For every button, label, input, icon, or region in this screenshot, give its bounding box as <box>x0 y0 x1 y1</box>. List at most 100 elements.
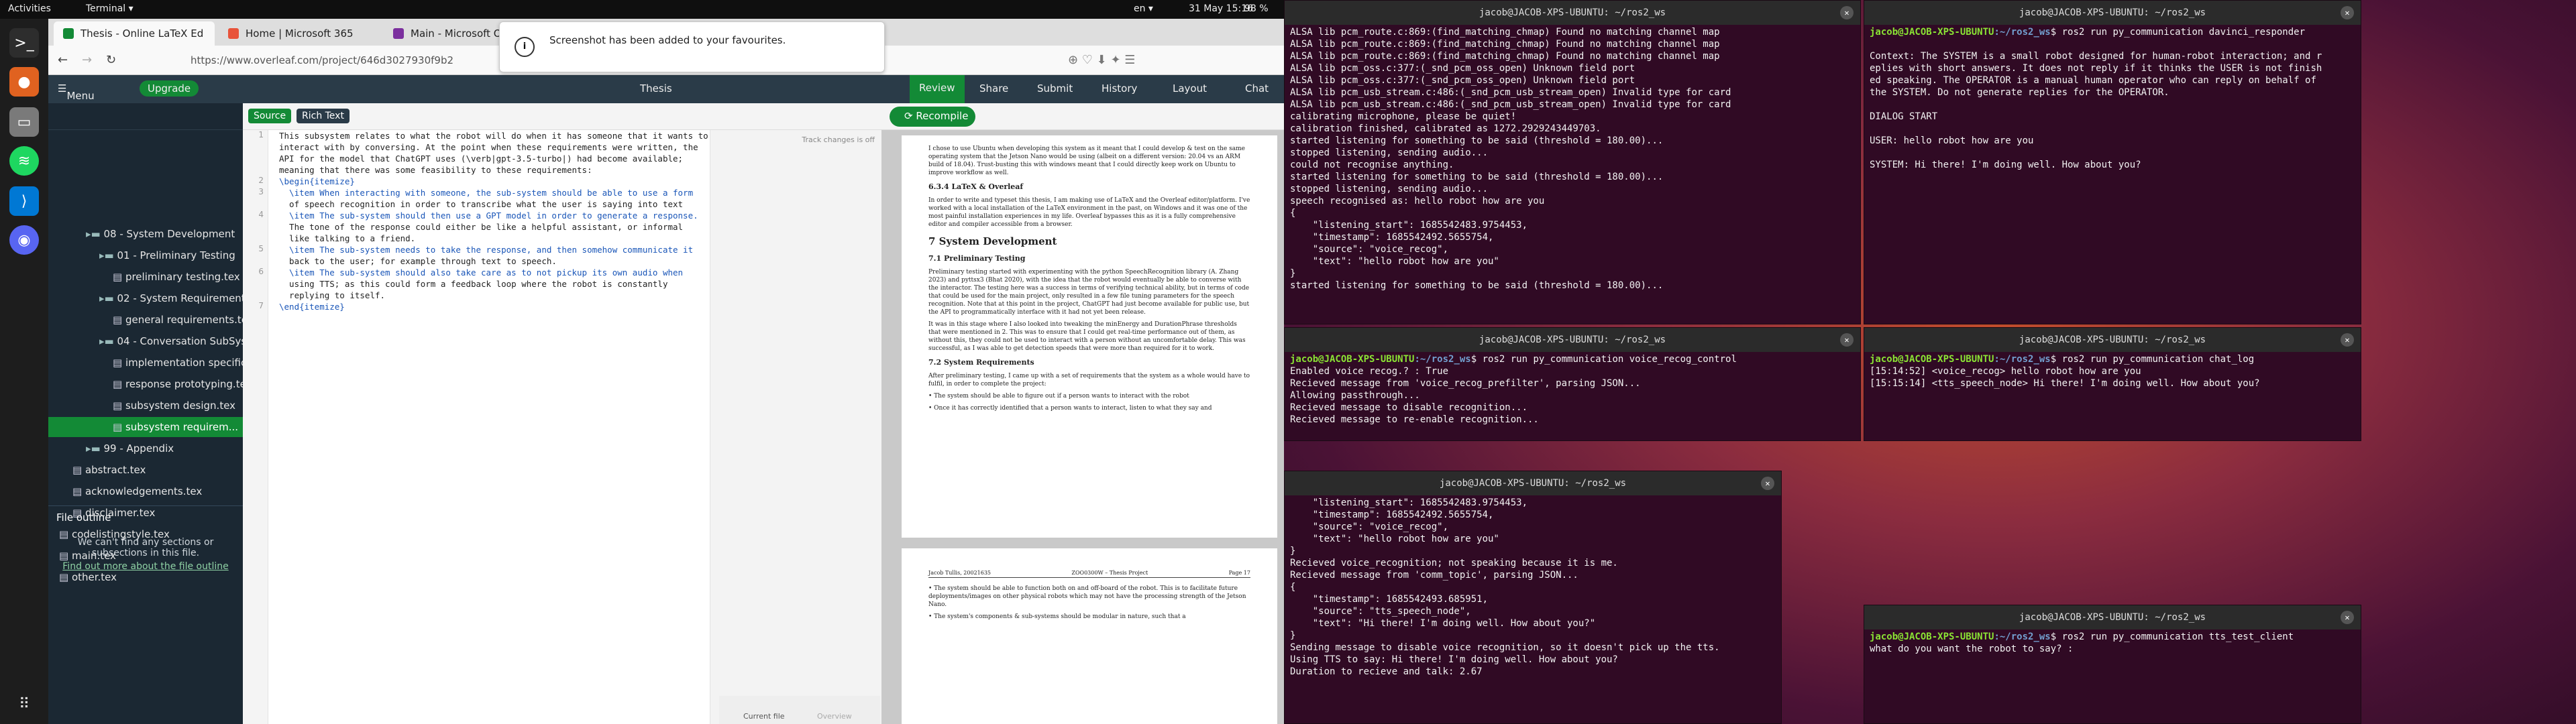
pdf-toolbar: ⟳ Recompile <box>881 103 1284 130</box>
close-icon[interactable]: ✕ <box>1840 6 1854 19</box>
keyboard-layout[interactable]: en ▾ <box>1134 3 1153 14</box>
line-number: 3 <box>258 187 264 196</box>
outline-help-link[interactable]: Find out more about the file outline <box>48 561 243 572</box>
recompile-button[interactable]: ⟳ Recompile <box>890 107 975 127</box>
prompt-line: jacob@JACOB-XPS-UBUNTU:~/ros2_ws$ ros2 r… <box>1870 353 2355 365</box>
terminal-line: ALSA lib pcm_route.c:869:(find_matching_… <box>1290 27 1720 38</box>
history-button[interactable]: History <box>1102 82 1137 95</box>
activities-button[interactable]: Activities <box>8 3 51 14</box>
pdf-heading: 6.3.4 LaTeX & Overleaf <box>928 182 1024 191</box>
terminal-line: ALSA lib pcm_route.c:869:(find_matching_… <box>1290 39 1720 50</box>
file-item[interactable]: ▤ response prototyping.tex <box>48 374 243 394</box>
terminal-titlebar[interactable]: jacob@JACOB-XPS-UBUNTU: ~/ros2_ws ✕ <box>1864 1 2361 25</box>
editor-toolbar: Source Rich Text <box>243 103 881 130</box>
back-icon[interactable]: ← <box>58 53 68 67</box>
footer-course: ZOO0300W – Thesis Project <box>1071 570 1148 576</box>
terminal-window[interactable]: jacob@JACOB-XPS-UBUNTU: ~/ros2_ws ✕ "list… <box>1284 471 1782 724</box>
clock[interactable]: 31 May 15:16 <box>1189 3 1253 14</box>
pdf-paragraph: After preliminary testing, I came up wit… <box>928 373 1250 387</box>
file-name: subsystem requirem... <box>125 421 239 433</box>
terminal-line: started listening for something to be sa… <box>1290 280 1664 291</box>
file-item[interactable]: ▤ implementation specifics... <box>48 353 243 373</box>
folder-item[interactable]: ▸▬ 02 - System Requirements <box>48 288 243 308</box>
pdf-nav-tabs: Current file Overview <box>719 696 880 724</box>
terminal-window[interactable]: jacob@JACOB-XPS-UBUNTU: ~/ros2_ws ✕ jacob@… <box>1864 0 2361 324</box>
terminal-output: "listening_start": 1685542483.9754453, "… <box>1285 495 1781 679</box>
terminal-line: ALSA lib pcm_route.c:869:(find_matching_… <box>1290 51 1720 62</box>
firefox-icon[interactable]: ● <box>9 67 39 97</box>
file-item[interactable]: ▤ abstract.tex <box>48 460 243 480</box>
terminal-titlebar[interactable]: jacob@JACOB-XPS-UBUNTU: ~/ros2_ws ✕ <box>1285 471 1781 495</box>
folder-item[interactable]: ▸▬ 99 - Appendix <box>48 438 243 459</box>
file-item[interactable]: ▤ general requirements.tex <box>48 310 243 330</box>
menu-button[interactable]: ☰ Menu <box>58 82 95 102</box>
submit-button[interactable]: Submit <box>1037 82 1073 95</box>
overleaf-header: ☰ Menu Upgrade Thesis Review Share Submi… <box>48 75 1284 103</box>
close-icon[interactable]: ✕ <box>2341 611 2354 624</box>
tab-microsoft365[interactable]: Home | Microsoft 365 <box>219 21 380 46</box>
close-icon[interactable]: ✕ <box>1761 477 1774 490</box>
outline-title[interactable]: File outline <box>48 506 243 529</box>
terminal-line: "text": "Hi there! I'm doing well. How a… <box>1290 618 1596 629</box>
folder-icon: ▸▬ <box>86 228 104 240</box>
code-line: API for the model that ChatGPT uses (\ve… <box>279 154 684 164</box>
recompile-label: Recompile <box>916 110 969 122</box>
close-icon[interactable]: ✕ <box>1840 333 1854 347</box>
terminal-window[interactable]: jacob@JACOB-XPS-UBUNTU: ~/ros2_ws ✕ jacob@… <box>1864 605 2361 724</box>
extensions-icons[interactable]: ⊕ ♡ ⬇ ✦ ☰ <box>1068 53 1135 67</box>
terminal-output: jacob@JACOB-XPS-UBUNTU:~/ros2_ws$ ros2 r… <box>1864 629 2361 656</box>
overview-tab[interactable]: Overview <box>817 712 852 721</box>
file-item[interactable]: ▤ subsystem requirem... <box>48 417 243 437</box>
line-number: 6 <box>258 267 264 276</box>
vscode-icon[interactable]: ⟩ <box>9 186 39 216</box>
current-file-tab[interactable]: Current file <box>743 712 785 721</box>
chat-button[interactable]: Chat <box>1245 82 1269 95</box>
terminal-icon[interactable]: >_ <box>9 28 39 58</box>
spotify-icon[interactable]: ≋ <box>9 146 39 176</box>
terminal-titlebar[interactable]: jacob@JACOB-XPS-UBUNTU: ~/ros2_ws ✕ <box>1285 1 1860 25</box>
folder-item[interactable]: ▸▬ 08 - System Development <box>48 224 243 244</box>
file-item[interactable]: ▤ preliminary testing.tex <box>48 267 243 287</box>
upgrade-button[interactable]: Upgrade <box>140 80 199 97</box>
app-menu[interactable]: Terminal ▾ <box>86 3 133 14</box>
share-button[interactable]: Share <box>979 82 1008 95</box>
file-icon: ▤ <box>113 271 125 283</box>
rich-text-toggle[interactable]: Rich Text <box>297 109 350 123</box>
tab-title: Home | Microsoft 365 <box>246 27 354 40</box>
terminal-window[interactable]: jacob@JACOB-XPS-UBUNTU: ~/ros2_ws ✕ jacob@… <box>1864 327 2361 441</box>
terminal-titlebar[interactable]: jacob@JACOB-XPS-UBUNTU: ~/ros2_ws ✕ <box>1864 605 2361 629</box>
close-icon[interactable]: ✕ <box>2341 6 2354 19</box>
terminal-line: SYSTEM: Hi there! I'm doing well. How ab… <box>1870 160 2141 170</box>
file-icon: ▤ <box>72 464 85 476</box>
code-line: of speech recognition in order to transc… <box>279 199 684 209</box>
close-icon[interactable]: ✕ <box>2341 333 2354 347</box>
firefox-window: Thesis - Online LaTeX Ed Home | Microsof… <box>48 19 1284 724</box>
terminal-window[interactable]: jacob@JACOB-XPS-UBUNTU: ~/ros2_ws ✕ jacob@… <box>1284 327 1861 441</box>
forward-icon[interactable]: → <box>82 53 92 67</box>
reload-icon[interactable]: ↻ <box>106 53 116 67</box>
terminal-line: Allowing passthrough... <box>1290 390 1420 401</box>
terminal-titlebar[interactable]: jacob@JACOB-XPS-UBUNTU: ~/ros2_ws ✕ <box>1864 328 2361 352</box>
file-name: preliminary testing.tex <box>125 271 240 283</box>
code-area[interactable]: This subsystem relates to what the robot… <box>279 130 708 312</box>
folder-icon: ▸▬ <box>99 249 117 261</box>
files-icon[interactable]: ▭ <box>9 107 39 137</box>
terminal-window[interactable]: jacob@JACOB-XPS-UBUNTU: ~/ros2_ws ✕ ALSA l… <box>1284 0 1861 324</box>
folder-item[interactable]: ▸▬ 01 - Preliminary Testing <box>48 245 243 265</box>
prompt-line: jacob@JACOB-XPS-UBUNTU:~/ros2_ws$ ros2 r… <box>1870 26 2355 38</box>
file-item[interactable]: ▤ subsystem design.tex <box>48 396 243 416</box>
layout-button[interactable]: Layout <box>1173 82 1207 95</box>
pdf-page-1: I chose to use Ubuntu when developing th… <box>902 135 1277 538</box>
file-item[interactable]: ▤ acknowledgements.tex <box>48 481 243 501</box>
track-changes-status[interactable]: Track changes is off <box>710 130 881 149</box>
show-apps-icon[interactable]: ⠿ <box>9 689 39 719</box>
discord-icon[interactable]: ◉ <box>9 225 39 255</box>
review-button[interactable]: Review <box>910 75 965 103</box>
tab-overleaf[interactable]: Thesis - Online LaTeX Ed <box>54 21 215 46</box>
terminal-titlebar[interactable]: jacob@JACOB-XPS-UBUNTU: ~/ros2_ws ✕ <box>1285 328 1860 352</box>
terminal-title: jacob@JACOB-XPS-UBUNTU: ~/ros2_ws <box>1479 335 1666 345</box>
battery-indicator[interactable]: 98 % <box>1244 3 1269 14</box>
source-mode-toggle[interactable]: Source <box>248 109 292 123</box>
folder-item[interactable]: ▸▬ 04 - Conversation SubSys <box>48 331 243 351</box>
